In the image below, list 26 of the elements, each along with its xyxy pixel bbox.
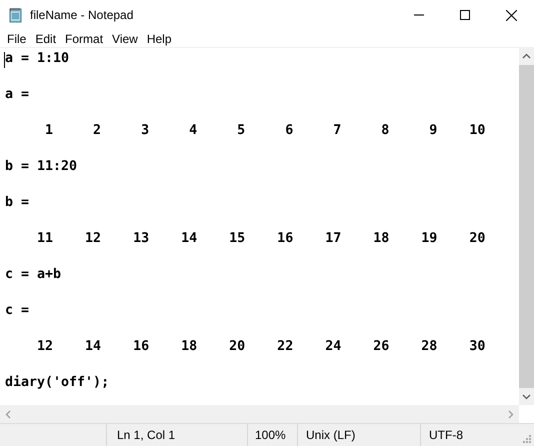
window-title: fileName - Notepad: [30, 8, 134, 22]
scrollbar-thumb[interactable]: [519, 65, 534, 388]
resize-grip-icon[interactable]: [522, 434, 532, 444]
line-endings: Unix (LF): [297, 424, 420, 446]
menu-item[interactable]: Help: [144, 32, 178, 46]
code-line: 11 12 13 14 15 16 17 18 19 20: [36, 230, 486, 248]
close-icon: [506, 10, 516, 20]
code-line: b =: [5, 194, 30, 212]
zoom-level: 100%: [247, 424, 297, 446]
menu-item[interactable]: File: [4, 32, 32, 46]
code-line: b = 11:20: [5, 158, 78, 176]
code-line: c =: [5, 302, 30, 320]
menu-item[interactable]: Edit: [32, 32, 62, 46]
notepad-icon: [8, 7, 24, 23]
code-line: diary('off');: [5, 374, 110, 392]
maximize-icon: [460, 10, 470, 20]
code-line: a = 1:10: [5, 50, 70, 68]
code-line: c = a+b: [5, 266, 62, 284]
encoding: UTF-8: [420, 424, 520, 446]
menu-item[interactable]: View: [109, 32, 144, 46]
code-line: 12 14 16 18 20 22 24 26 28 30: [36, 338, 486, 356]
cursor-position: Ln 1, Col 1: [106, 424, 247, 446]
code-line: 1 2 3 4 5 6 7 8 9 10: [44, 122, 486, 140]
menu-item[interactable]: Format: [62, 32, 110, 46]
text-caret: [4, 52, 5, 68]
code-line: a =: [5, 86, 30, 104]
